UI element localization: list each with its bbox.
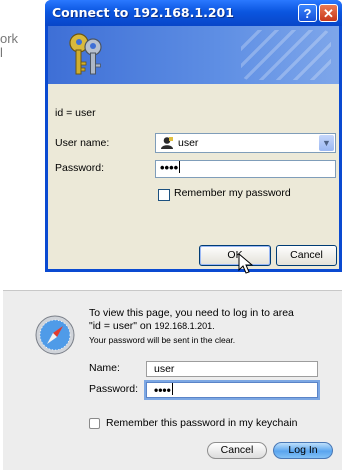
username-combo[interactable]: user ▼: [155, 133, 336, 153]
xp-title-bar[interactable]: Connect to 192.168.1.201 ? ✕: [45, 0, 342, 26]
safari-compass-icon: [35, 315, 75, 355]
mac-password-mask: ••••: [154, 383, 171, 397]
mac-realm: "id = user" on: [89, 320, 155, 332]
realm-text: id = user: [55, 107, 96, 119]
mac-login-sheet: To view this page, you need to log in to…: [3, 290, 342, 470]
username-value: user: [178, 137, 199, 149]
mac-name-field[interactable]: user: [146, 361, 318, 377]
remember-password-label[interactable]: Remember my password: [174, 187, 291, 199]
mac-name-label: Name:: [89, 362, 120, 374]
mac-host: 192.168.1.201.: [154, 321, 215, 331]
mac-message-line2: "id = user" on 192.168.1.201.: [89, 320, 334, 333]
xp-banner: [48, 26, 339, 84]
password-mask: ••••: [160, 160, 179, 175]
close-button[interactable]: ✕: [319, 4, 338, 22]
background-text-fragment-1: ork: [0, 31, 19, 46]
mac-cancel-button[interactable]: Cancel: [207, 442, 267, 459]
pointer-cursor-icon: [238, 253, 254, 274]
xp-login-dialog: Connect to 192.168.1.201 ? ✕ id = user U…: [45, 0, 342, 274]
remember-password-checkbox[interactable]: [158, 189, 170, 201]
mac-password-field[interactable]: ••••: [146, 382, 318, 398]
user-icon: [161, 137, 173, 149]
xp-dialog-title: Connect to 192.168.1.201: [52, 5, 234, 20]
mac-security-note: Your password will be sent in the clear.: [89, 335, 236, 345]
keychain-label[interactable]: Remember this password in my keychain: [106, 417, 297, 429]
keys-icon: [69, 33, 102, 75]
mac-text-caret: [171, 383, 173, 395]
background-text-fragment-2: l: [0, 45, 3, 60]
xp-dialog-body: id = user User name: user ▼ Password: ••…: [48, 26, 339, 274]
password-label: Password:: [55, 162, 105, 174]
mac-message-line1: To view this page, you need to log in to…: [89, 307, 294, 319]
mac-password-label: Password:: [89, 383, 139, 395]
dropdown-arrow-icon[interactable]: ▼: [319, 135, 334, 151]
mac-message: To view this page, you need to log in to…: [89, 307, 334, 333]
help-button[interactable]: ?: [298, 4, 317, 22]
cancel-button[interactable]: Cancel: [276, 245, 337, 266]
username-label: User name:: [55, 137, 110, 149]
login-button[interactable]: Log In: [273, 442, 333, 459]
banner-decoration: [241, 30, 331, 80]
text-caret: [179, 161, 181, 173]
keychain-checkbox[interactable]: [89, 418, 100, 429]
password-field[interactable]: ••••: [155, 160, 336, 178]
ok-button[interactable]: OK: [199, 245, 271, 266]
